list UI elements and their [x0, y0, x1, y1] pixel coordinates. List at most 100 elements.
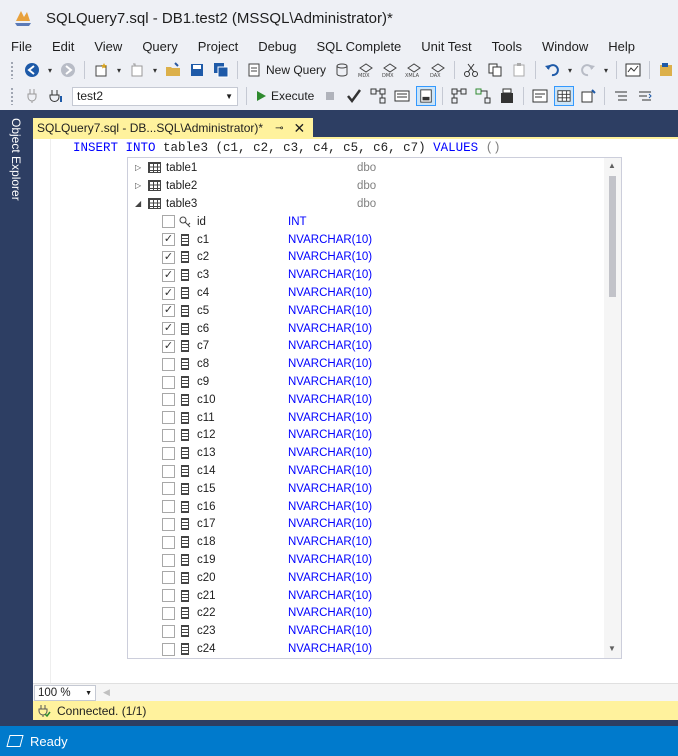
paste-icon[interactable] [509, 60, 529, 80]
checkbox-checked[interactable]: ✓ [162, 268, 175, 282]
expand-arrow-icon[interactable]: ▷ [135, 163, 143, 172]
scroll-left-icon[interactable]: ◀ [103, 687, 110, 698]
chevron-down-icon[interactable]: ▾ [151, 60, 159, 80]
dax-query-icon[interactable]: DAX [428, 60, 448, 80]
list-item-column[interactable]: ✓ c4 NVARCHAR(10) [128, 284, 606, 302]
list-item-column[interactable]: c24 NVARCHAR(10) [128, 640, 606, 658]
document-tab[interactable]: SQLQuery7.sql - DB...SQL\Administrator)*… [33, 118, 313, 138]
uncomment-icon[interactable] [635, 86, 655, 106]
results-to-file-icon[interactable] [578, 86, 598, 106]
scroll-up-icon[interactable]: ▲ [608, 161, 616, 170]
checkbox[interactable] [162, 500, 175, 514]
checkbox[interactable] [162, 215, 175, 229]
checkbox[interactable] [162, 571, 175, 585]
menu-debug[interactable]: Debug [248, 39, 306, 54]
checkbox-checked[interactable]: ✓ [162, 286, 175, 300]
checkbox[interactable] [162, 411, 175, 425]
checkbox[interactable] [162, 446, 175, 460]
results-to-grid-icon[interactable] [554, 86, 575, 106]
checkbox[interactable] [162, 517, 175, 531]
change-connection-icon[interactable] [46, 86, 66, 106]
live-query-statistics-icon[interactable] [473, 86, 493, 106]
menu-view[interactable]: View [84, 39, 132, 54]
code-line[interactable]: INSERT INTO table3 (c1, c2, c3, c4, c5, … [73, 141, 501, 155]
connect-icon[interactable] [22, 86, 42, 106]
list-item-column[interactable]: c16 NVARCHAR(10) [128, 498, 606, 516]
checkbox[interactable] [162, 464, 175, 478]
menu-tools[interactable]: Tools [482, 39, 532, 54]
checkbox[interactable] [162, 357, 175, 371]
display-estimated-plan-icon[interactable] [368, 86, 388, 106]
list-item-column[interactable]: c12 NVARCHAR(10) [128, 427, 606, 445]
comment-out-icon[interactable] [611, 86, 631, 106]
menu-file[interactable]: File [0, 39, 42, 54]
checkbox-checked[interactable]: ✓ [162, 322, 175, 336]
open-folder-icon[interactable] [163, 60, 183, 80]
list-item-column[interactable]: id INT [128, 213, 606, 231]
object-explorer-strip[interactable] [0, 110, 28, 726]
checkbox[interactable] [162, 428, 175, 442]
list-item-column[interactable]: c8 NVARCHAR(10) [128, 355, 606, 373]
list-item-column[interactable]: c19 NVARCHAR(10) [128, 551, 606, 569]
list-item-column[interactable]: ✓ c5 NVARCHAR(10) [128, 302, 606, 320]
list-item-column[interactable]: c21 NVARCHAR(10) [128, 587, 606, 605]
database-engine-query-icon[interactable] [332, 60, 352, 80]
list-item-column[interactable]: c17 NVARCHAR(10) [128, 516, 606, 534]
scrollbar-thumb[interactable] [609, 176, 616, 297]
list-item-column[interactable]: ✓ c3 NVARCHAR(10) [128, 266, 606, 284]
available-databases-select[interactable]: test2 ▼ [72, 86, 238, 106]
list-item-column[interactable]: c9 NVARCHAR(10) [128, 373, 606, 391]
checkbox[interactable] [162, 482, 175, 496]
list-item-column[interactable]: c20 NVARCHAR(10) [128, 569, 606, 587]
list-item-column[interactable]: ✓ c7 NVARCHAR(10) [128, 338, 606, 356]
checkbox-checked[interactable]: ✓ [162, 250, 175, 264]
intellisense-enabled-icon[interactable] [416, 86, 437, 106]
menu-window[interactable]: Window [532, 39, 598, 54]
solution-explorer-icon[interactable] [656, 60, 676, 80]
mdx-query-icon[interactable]: MDX [356, 60, 376, 80]
xmla-query-icon[interactable]: XMLA [404, 60, 424, 80]
list-item-column[interactable]: c10 NVARCHAR(10) [128, 391, 606, 409]
chevron-down-icon[interactable]: ▾ [566, 60, 574, 80]
stop-icon[interactable] [320, 86, 340, 106]
list-item-table2[interactable]: ▷ table2 dbo [128, 177, 606, 195]
toolbar-grip[interactable] [10, 61, 14, 79]
cut-icon[interactable] [461, 60, 481, 80]
object-explorer-tab[interactable]: Object Explorer [9, 118, 23, 201]
save-all-icon[interactable] [211, 60, 231, 80]
menu-unit-test[interactable]: Unit Test [411, 39, 481, 54]
copy-icon[interactable] [485, 60, 505, 80]
list-item-column[interactable]: c23 NVARCHAR(10) [128, 622, 606, 640]
list-item-column[interactable]: c22 NVARCHAR(10) [128, 605, 606, 623]
list-item-column[interactable]: ✓ c2 NVARCHAR(10) [128, 249, 606, 267]
client-statistics-icon[interactable] [497, 86, 517, 106]
execute-button[interactable]: Execute [251, 86, 318, 106]
list-item-column[interactable]: c11 NVARCHAR(10) [128, 409, 606, 427]
include-actual-plan-icon[interactable] [449, 86, 469, 106]
checkbox[interactable] [162, 553, 175, 567]
menu-help[interactable]: Help [598, 39, 645, 54]
checkbox-checked[interactable]: ✓ [162, 304, 175, 318]
chevron-down-icon[interactable]: ▾ [115, 60, 123, 80]
new-query-button[interactable]: New Query [242, 60, 330, 80]
list-item-column[interactable]: c15 NVARCHAR(10) [128, 480, 606, 498]
list-item-table3[interactable]: ◢ table3 dbo [128, 195, 606, 213]
undo-icon[interactable] [542, 60, 562, 80]
completion-list[interactable]: ▷ table1 dbo ▷ table2 dbo ◢ table3 dbo i… [127, 157, 622, 659]
chevron-down-icon[interactable]: ▾ [46, 60, 54, 80]
checkbox[interactable] [162, 642, 175, 656]
chevron-down-icon[interactable]: ▾ [602, 60, 610, 80]
checkbox[interactable] [162, 589, 175, 603]
results-to-text-icon[interactable] [530, 86, 550, 106]
list-item-column[interactable]: c18 NVARCHAR(10) [128, 533, 606, 551]
query-options-icon[interactable] [392, 86, 412, 106]
checkbox[interactable] [162, 393, 175, 407]
close-icon[interactable]: ✕ [293, 120, 305, 137]
completion-scrollbar[interactable]: ▲ ▼ [604, 158, 621, 658]
checkbox[interactable] [162, 375, 175, 389]
back-icon[interactable] [22, 60, 42, 80]
save-icon[interactable] [187, 60, 207, 80]
checkbox-checked[interactable]: ✓ [162, 339, 175, 353]
checkbox-checked[interactable]: ✓ [162, 233, 175, 247]
menu-edit[interactable]: Edit [42, 39, 84, 54]
